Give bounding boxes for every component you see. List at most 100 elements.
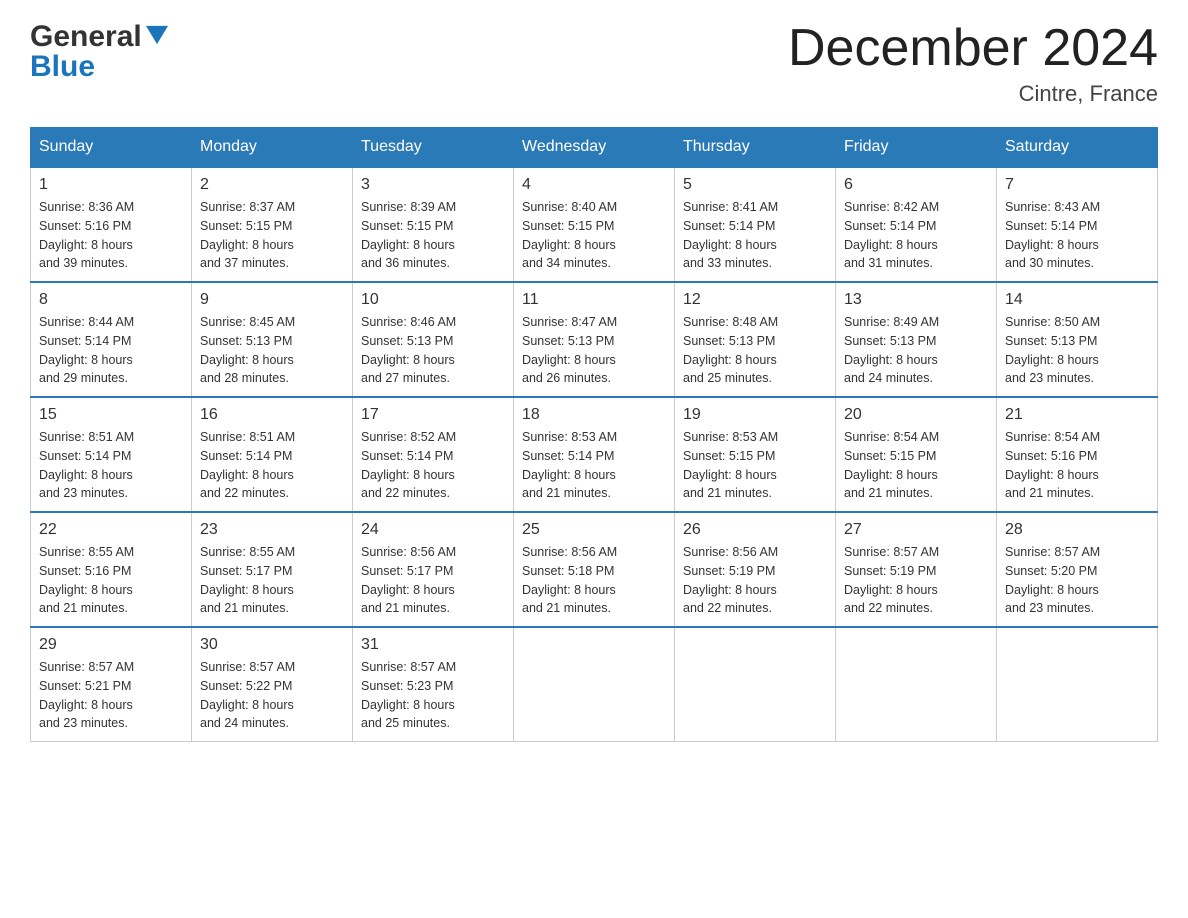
calendar-cell <box>514 627 675 742</box>
location: Cintre, France <box>788 81 1158 107</box>
calendar-cell: 15 Sunrise: 8:51 AMSunset: 5:14 PMDaylig… <box>31 397 192 512</box>
day-number: 12 <box>683 291 827 309</box>
day-info: Sunrise: 8:44 AMSunset: 5:14 PMDaylight:… <box>39 315 134 385</box>
calendar-cell: 1 Sunrise: 8:36 AMSunset: 5:16 PMDayligh… <box>31 167 192 282</box>
day-info: Sunrise: 8:57 AMSunset: 5:22 PMDaylight:… <box>200 660 295 730</box>
calendar-cell: 24 Sunrise: 8:56 AMSunset: 5:17 PMDaylig… <box>353 512 514 627</box>
day-info: Sunrise: 8:55 AMSunset: 5:16 PMDaylight:… <box>39 545 134 615</box>
day-info: Sunrise: 8:50 AMSunset: 5:13 PMDaylight:… <box>1005 315 1100 385</box>
calendar-cell: 23 Sunrise: 8:55 AMSunset: 5:17 PMDaylig… <box>192 512 353 627</box>
day-number: 23 <box>200 521 344 539</box>
day-info: Sunrise: 8:36 AMSunset: 5:16 PMDaylight:… <box>39 200 134 270</box>
day-number: 18 <box>522 406 666 424</box>
col-header-sunday: Sunday <box>31 128 192 168</box>
day-info: Sunrise: 8:46 AMSunset: 5:13 PMDaylight:… <box>361 315 456 385</box>
calendar-cell: 14 Sunrise: 8:50 AMSunset: 5:13 PMDaylig… <box>997 282 1158 397</box>
day-number: 8 <box>39 291 183 309</box>
day-number: 16 <box>200 406 344 424</box>
day-number: 1 <box>39 176 183 194</box>
col-header-thursday: Thursday <box>675 128 836 168</box>
day-info: Sunrise: 8:51 AMSunset: 5:14 PMDaylight:… <box>200 430 295 500</box>
calendar-week-row: 8 Sunrise: 8:44 AMSunset: 5:14 PMDayligh… <box>31 282 1158 397</box>
calendar-cell: 6 Sunrise: 8:42 AMSunset: 5:14 PMDayligh… <box>836 167 997 282</box>
day-number: 5 <box>683 176 827 194</box>
day-number: 31 <box>361 636 505 654</box>
calendar-cell: 26 Sunrise: 8:56 AMSunset: 5:19 PMDaylig… <box>675 512 836 627</box>
calendar-cell: 17 Sunrise: 8:52 AMSunset: 5:14 PMDaylig… <box>353 397 514 512</box>
day-number: 9 <box>200 291 344 309</box>
calendar-table: SundayMondayTuesdayWednesdayThursdayFrid… <box>30 127 1158 742</box>
col-header-friday: Friday <box>836 128 997 168</box>
logo-arrow-icon <box>146 24 168 51</box>
calendar-cell: 8 Sunrise: 8:44 AMSunset: 5:14 PMDayligh… <box>31 282 192 397</box>
calendar-cell: 18 Sunrise: 8:53 AMSunset: 5:14 PMDaylig… <box>514 397 675 512</box>
day-info: Sunrise: 8:52 AMSunset: 5:14 PMDaylight:… <box>361 430 456 500</box>
day-number: 24 <box>361 521 505 539</box>
day-number: 10 <box>361 291 505 309</box>
day-number: 13 <box>844 291 988 309</box>
day-info: Sunrise: 8:54 AMSunset: 5:15 PMDaylight:… <box>844 430 939 500</box>
header-right: December 2024 Cintre, France <box>788 20 1158 107</box>
day-info: Sunrise: 8:57 AMSunset: 5:19 PMDaylight:… <box>844 545 939 615</box>
day-info: Sunrise: 8:49 AMSunset: 5:13 PMDaylight:… <box>844 315 939 385</box>
calendar-cell: 13 Sunrise: 8:49 AMSunset: 5:13 PMDaylig… <box>836 282 997 397</box>
calendar-header-row: SundayMondayTuesdayWednesdayThursdayFrid… <box>31 128 1158 168</box>
day-info: Sunrise: 8:47 AMSunset: 5:13 PMDaylight:… <box>522 315 617 385</box>
day-info: Sunrise: 8:41 AMSunset: 5:14 PMDaylight:… <box>683 200 778 270</box>
calendar-cell: 12 Sunrise: 8:48 AMSunset: 5:13 PMDaylig… <box>675 282 836 397</box>
col-header-wednesday: Wednesday <box>514 128 675 168</box>
calendar-cell: 28 Sunrise: 8:57 AMSunset: 5:20 PMDaylig… <box>997 512 1158 627</box>
day-info: Sunrise: 8:40 AMSunset: 5:15 PMDaylight:… <box>522 200 617 270</box>
calendar-cell: 2 Sunrise: 8:37 AMSunset: 5:15 PMDayligh… <box>192 167 353 282</box>
day-number: 22 <box>39 521 183 539</box>
calendar-cell <box>675 627 836 742</box>
day-number: 25 <box>522 521 666 539</box>
day-number: 15 <box>39 406 183 424</box>
logo-general-text: General <box>30 20 142 54</box>
day-info: Sunrise: 8:42 AMSunset: 5:14 PMDaylight:… <box>844 200 939 270</box>
calendar-cell: 30 Sunrise: 8:57 AMSunset: 5:22 PMDaylig… <box>192 627 353 742</box>
day-info: Sunrise: 8:56 AMSunset: 5:19 PMDaylight:… <box>683 545 778 615</box>
day-number: 20 <box>844 406 988 424</box>
calendar-cell: 11 Sunrise: 8:47 AMSunset: 5:13 PMDaylig… <box>514 282 675 397</box>
day-number: 3 <box>361 176 505 194</box>
logo-blue-text: Blue <box>30 50 95 84</box>
calendar-cell: 29 Sunrise: 8:57 AMSunset: 5:21 PMDaylig… <box>31 627 192 742</box>
day-number: 17 <box>361 406 505 424</box>
calendar-cell: 22 Sunrise: 8:55 AMSunset: 5:16 PMDaylig… <box>31 512 192 627</box>
calendar-cell: 19 Sunrise: 8:53 AMSunset: 5:15 PMDaylig… <box>675 397 836 512</box>
day-info: Sunrise: 8:45 AMSunset: 5:13 PMDaylight:… <box>200 315 295 385</box>
calendar-cell: 4 Sunrise: 8:40 AMSunset: 5:15 PMDayligh… <box>514 167 675 282</box>
page-header: General Blue December 2024 Cintre, Franc… <box>30 20 1158 107</box>
day-number: 19 <box>683 406 827 424</box>
col-header-tuesday: Tuesday <box>353 128 514 168</box>
day-number: 11 <box>522 291 666 309</box>
calendar-cell: 3 Sunrise: 8:39 AMSunset: 5:15 PMDayligh… <box>353 167 514 282</box>
day-info: Sunrise: 8:57 AMSunset: 5:21 PMDaylight:… <box>39 660 134 730</box>
calendar-cell: 21 Sunrise: 8:54 AMSunset: 5:16 PMDaylig… <box>997 397 1158 512</box>
day-number: 30 <box>200 636 344 654</box>
day-info: Sunrise: 8:57 AMSunset: 5:23 PMDaylight:… <box>361 660 456 730</box>
calendar-cell: 27 Sunrise: 8:57 AMSunset: 5:19 PMDaylig… <box>836 512 997 627</box>
day-number: 26 <box>683 521 827 539</box>
calendar-cell: 20 Sunrise: 8:54 AMSunset: 5:15 PMDaylig… <box>836 397 997 512</box>
calendar-cell: 25 Sunrise: 8:56 AMSunset: 5:18 PMDaylig… <box>514 512 675 627</box>
day-number: 14 <box>1005 291 1149 309</box>
logo: General Blue <box>30 20 168 84</box>
day-number: 21 <box>1005 406 1149 424</box>
day-info: Sunrise: 8:53 AMSunset: 5:14 PMDaylight:… <box>522 430 617 500</box>
calendar-cell <box>836 627 997 742</box>
day-info: Sunrise: 8:56 AMSunset: 5:18 PMDaylight:… <box>522 545 617 615</box>
calendar-week-row: 15 Sunrise: 8:51 AMSunset: 5:14 PMDaylig… <box>31 397 1158 512</box>
day-info: Sunrise: 8:56 AMSunset: 5:17 PMDaylight:… <box>361 545 456 615</box>
calendar-week-row: 22 Sunrise: 8:55 AMSunset: 5:16 PMDaylig… <box>31 512 1158 627</box>
day-info: Sunrise: 8:53 AMSunset: 5:15 PMDaylight:… <box>683 430 778 500</box>
day-number: 6 <box>844 176 988 194</box>
day-info: Sunrise: 8:43 AMSunset: 5:14 PMDaylight:… <box>1005 200 1100 270</box>
day-number: 28 <box>1005 521 1149 539</box>
day-info: Sunrise: 8:54 AMSunset: 5:16 PMDaylight:… <box>1005 430 1100 500</box>
day-info: Sunrise: 8:57 AMSunset: 5:20 PMDaylight:… <box>1005 545 1100 615</box>
day-number: 29 <box>39 636 183 654</box>
day-number: 7 <box>1005 176 1149 194</box>
calendar-week-row: 29 Sunrise: 8:57 AMSunset: 5:21 PMDaylig… <box>31 627 1158 742</box>
